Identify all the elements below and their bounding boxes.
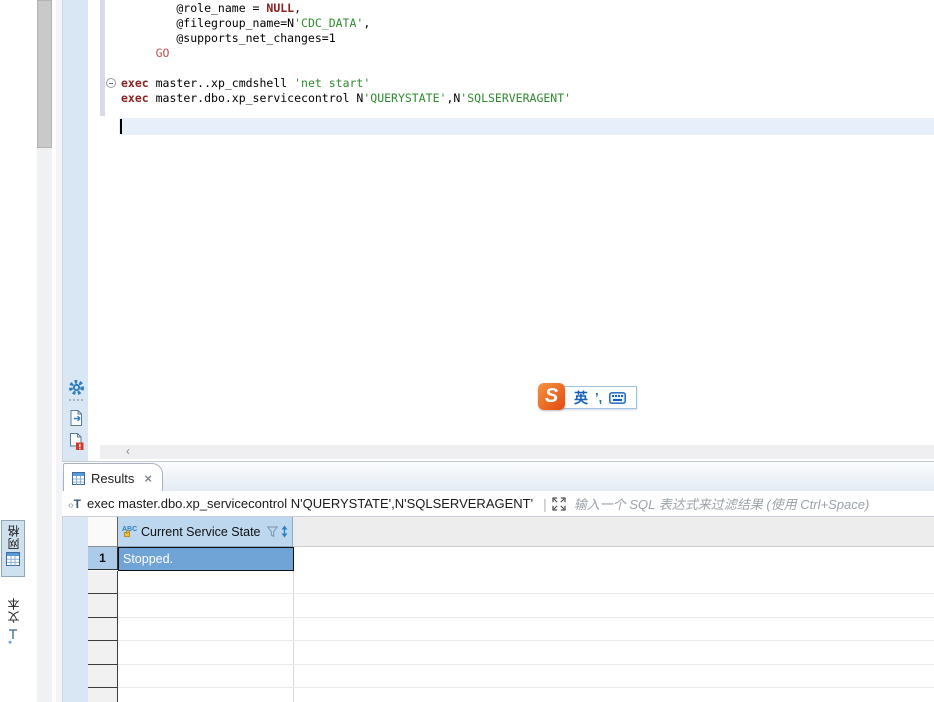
- scroll-left-arrow-icon[interactable]: ‹: [122, 445, 134, 459]
- grid-header-filler: [293, 517, 934, 547]
- current-line-highlight: [119, 118, 934, 135]
- code-line: exec master..xp_cmdshell 'net start': [121, 76, 571, 91]
- grid-corner-cell[interactable]: [88, 517, 118, 547]
- sql-expression-icon: ‹›T: [68, 497, 81, 511]
- selected-cell-stopped[interactable]: Stopped.: [118, 547, 294, 571]
- column-header-label: Current Service State: [141, 525, 267, 539]
- grid-tab-label: 网格: [5, 524, 22, 550]
- editor-horizontal-scrollbar[interactable]: ‹: [100, 445, 934, 459]
- results-tabbar: Results ×: [62, 461, 934, 491]
- code-line: exec master.dbo.xp_servicecontrol N'QUER…: [121, 91, 571, 106]
- row-header-cell[interactable]: [88, 688, 118, 702]
- sql-editor-window: @role_name = NULL, @filegroup_name=N'CDC…: [0, 0, 934, 702]
- left-vertical-scrollbar[interactable]: [37, 0, 52, 702]
- grid-view-icon: [6, 552, 20, 566]
- text-cursor: [120, 119, 122, 134]
- tab-results-label: Results: [91, 471, 134, 486]
- left-vertical-scrollbar-thumb[interactable]: [37, 0, 52, 148]
- ime-punctuation-mode[interactable]: ’,: [595, 390, 602, 405]
- ime-status-bar: 英 ’,: [560, 386, 637, 409]
- row-header-cell[interactable]: [88, 618, 118, 641]
- script-error-icon[interactable]: [68, 432, 84, 451]
- row-header-cell[interactable]: [88, 594, 118, 617]
- gear-icon[interactable]: [68, 379, 85, 396]
- text-tab-label: 文本: [5, 597, 22, 623]
- column-header-current-service-state[interactable]: ABC Current Service State: [118, 517, 293, 547]
- grid-empty-row[interactable]: [88, 688, 934, 702]
- grid-empty-row[interactable]: [88, 618, 934, 641]
- quick-diff-bar: [100, 0, 105, 116]
- fold-collapse-icon[interactable]: [106, 78, 116, 88]
- sogou-ime-indicator: 英 ’, S: [538, 383, 638, 411]
- grid-empty-row[interactable]: [88, 641, 934, 664]
- grid-empty-row[interactable]: [88, 571, 934, 594]
- row-1-header[interactable]: 1: [88, 547, 118, 570]
- empty-grid-rows: [88, 571, 934, 702]
- ime-language-mode[interactable]: 英: [574, 388, 588, 408]
- sql-editor-surface[interactable]: @role_name = NULL, @filegroup_name=N'CDC…: [88, 0, 934, 461]
- toolbar-separator-dots: [69, 399, 84, 401]
- grid-empty-row[interactable]: [88, 665, 934, 688]
- sql-code: @role_name = NULL, @filegroup_name=N'CDC…: [121, 1, 571, 106]
- code-line: [121, 61, 571, 76]
- editor-side-toolbar: [62, 0, 88, 702]
- filter-input-placeholder[interactable]: 输入一个 SQL 表达式来过滤结果 (使用 Ctrl+Space): [574, 494, 870, 513]
- text-view-icon: [7, 628, 20, 644]
- code-line: @supports_net_changes=1: [121, 31, 571, 46]
- row-header-cell[interactable]: [88, 665, 118, 688]
- code-line: GO: [121, 46, 571, 61]
- expand-filter-icon[interactable]: [552, 497, 566, 511]
- sort-arrows-icon[interactable]: [280, 525, 289, 538]
- ime-keyboard-icon[interactable]: [609, 392, 626, 404]
- tab-grid-view[interactable]: 网格: [1, 520, 25, 577]
- row-header-cell[interactable]: [88, 641, 118, 664]
- row-header-cell[interactable]: [88, 571, 118, 594]
- executed-query-text[interactable]: exec master.dbo.xp_servicecontrol N'QUER…: [87, 496, 533, 511]
- results-grid-icon: [72, 472, 85, 485]
- tab-text-view[interactable]: 文本: [1, 595, 25, 675]
- filter-funnel-icon[interactable]: [267, 526, 278, 538]
- filter-separator: |: [543, 496, 547, 512]
- results-grid: ABC Current Service State 1 Stopped.: [88, 517, 934, 702]
- code-line: @filegroup_name=N'CDC_DATA',: [121, 16, 571, 31]
- sogou-logo[interactable]: S: [538, 383, 565, 410]
- tab-results[interactable]: Results ×: [63, 463, 163, 492]
- grid-empty-row[interactable]: [88, 594, 934, 617]
- string-type-icon: ABC: [121, 526, 138, 538]
- execute-script-icon[interactable]: [68, 409, 84, 427]
- results-filter-bar: ‹›T exec master.dbo.xp_servicecontrol N'…: [62, 491, 934, 517]
- tab-close-icon[interactable]: ×: [144, 471, 152, 486]
- code-line: @role_name = NULL,: [121, 1, 571, 16]
